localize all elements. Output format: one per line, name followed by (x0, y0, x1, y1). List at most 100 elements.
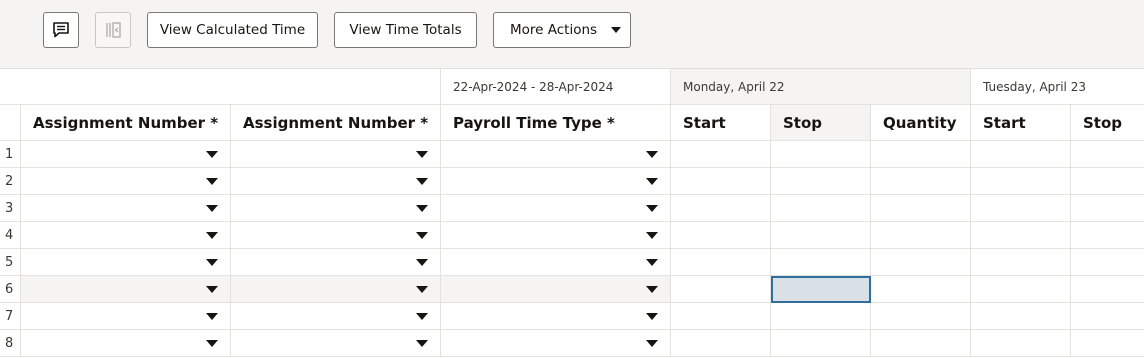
panel-toggle-button[interactable] (95, 12, 131, 48)
more-actions-button[interactable]: More Actions (493, 12, 631, 48)
stop-tuesday-cell[interactable] (1071, 195, 1144, 222)
row-number: 1 (0, 141, 21, 168)
row-number: 4 (0, 222, 21, 249)
payroll-time-type-select[interactable] (441, 330, 671, 357)
stop-tuesday-cell[interactable] (1071, 222, 1144, 249)
assignment-number-2-select[interactable] (231, 195, 441, 222)
band-empty (0, 69, 441, 105)
assignment-number-2-select[interactable] (231, 168, 441, 195)
start-monday-cell[interactable] (671, 330, 771, 357)
dropdown-arrow-icon (646, 339, 658, 347)
dropdown-arrow-icon (416, 204, 428, 212)
comment-button[interactable] (43, 12, 79, 48)
assignment-number-2-select[interactable] (231, 276, 441, 303)
stop-monday-cell[interactable] (771, 222, 871, 249)
assignment-number-2-select[interactable] (231, 330, 441, 357)
assignment-number-1-select[interactable] (21, 330, 231, 357)
start-monday-cell[interactable] (671, 195, 771, 222)
start-tuesday-cell[interactable] (971, 195, 1071, 222)
payroll-time-type-select[interactable] (441, 276, 671, 303)
assignment-number-1-select[interactable] (21, 168, 231, 195)
dropdown-arrow-icon (416, 258, 428, 266)
payroll-time-type-select[interactable] (441, 303, 671, 330)
dropdown-arrow-icon (206, 285, 218, 293)
quantity-monday-cell[interactable] (871, 141, 971, 168)
row-number: 6 (0, 276, 21, 303)
stop-tuesday-cell[interactable] (1071, 276, 1144, 303)
quantity-monday-cell[interactable] (871, 303, 971, 330)
dropdown-arrow-icon (416, 339, 428, 347)
quantity-monday-cell[interactable] (871, 195, 971, 222)
start-monday-cell[interactable] (671, 222, 771, 249)
start-monday-cell[interactable] (671, 249, 771, 276)
payroll-time-type-select[interactable] (441, 222, 671, 249)
stop-monday-cell[interactable] (771, 141, 871, 168)
row-number: 7 (0, 303, 21, 330)
dropdown-arrow-icon (646, 150, 658, 158)
start-tuesday-cell[interactable] (971, 303, 1071, 330)
start-tuesday-cell[interactable] (971, 249, 1071, 276)
assignment-number-2-select[interactable] (231, 303, 441, 330)
view-time-totals-button[interactable]: View Time Totals (334, 12, 477, 48)
stop-tuesday-cell[interactable] (1071, 330, 1144, 357)
payroll-time-type-select[interactable] (441, 168, 671, 195)
row-number-header (0, 105, 21, 141)
payroll-time-type-select[interactable] (441, 195, 671, 222)
start-monday-cell[interactable] (671, 168, 771, 195)
assignment-number-1-select[interactable] (21, 195, 231, 222)
stop-tuesday-cell[interactable] (1071, 168, 1144, 195)
assignment-number-2-select[interactable] (231, 222, 441, 249)
column-header-quantity-monday[interactable]: Quantity (871, 105, 971, 141)
stop-tuesday-cell[interactable] (1071, 249, 1144, 276)
stop-tuesday-cell[interactable] (1071, 303, 1144, 330)
assignment-number-1-select[interactable] (21, 303, 231, 330)
quantity-monday-cell[interactable] (871, 168, 971, 195)
stop-monday-cell[interactable] (771, 330, 871, 357)
start-monday-cell[interactable] (671, 141, 771, 168)
start-monday-cell[interactable] (671, 276, 771, 303)
stop-monday-cell[interactable] (771, 195, 871, 222)
assignment-number-2-select[interactable] (231, 249, 441, 276)
stop-monday-cell[interactable] (771, 249, 871, 276)
dropdown-arrow-icon (416, 150, 428, 158)
day-header-monday: Monday, April 22 (671, 69, 971, 105)
assignment-number-2-select[interactable] (231, 141, 441, 168)
column-header-assignment-number-2[interactable]: Assignment Number * (231, 105, 441, 141)
dropdown-arrow-icon (646, 312, 658, 320)
start-tuesday-cell[interactable] (971, 222, 1071, 249)
start-tuesday-cell[interactable] (971, 330, 1071, 357)
stop-tuesday-cell[interactable] (1071, 141, 1144, 168)
stop-monday-cell[interactable] (771, 303, 871, 330)
assignment-number-1-select[interactable] (21, 249, 231, 276)
assignment-number-1-select[interactable] (21, 141, 231, 168)
column-header-assignment-number-1[interactable]: Assignment Number * (21, 105, 231, 141)
start-tuesday-cell[interactable] (971, 276, 1071, 303)
dropdown-arrow-icon (206, 204, 218, 212)
quantity-monday-cell[interactable] (871, 222, 971, 249)
view-calculated-time-button[interactable]: View Calculated Time (147, 12, 318, 48)
dropdown-arrow-icon (646, 231, 658, 239)
quantity-monday-cell[interactable] (871, 330, 971, 357)
start-tuesday-cell[interactable] (971, 168, 1071, 195)
dropdown-arrow-icon (416, 312, 428, 320)
column-header-stop-tuesday[interactable]: Stop (1071, 105, 1144, 141)
quantity-monday-cell[interactable] (871, 276, 971, 303)
start-tuesday-cell[interactable] (971, 141, 1071, 168)
stop-monday-cell[interactable] (771, 168, 871, 195)
assignment-number-1-select[interactable] (21, 222, 231, 249)
stop-monday-cell-selected[interactable] (771, 276, 871, 303)
column-header-start-tuesday[interactable]: Start (971, 105, 1071, 141)
panel-toggle-icon (106, 22, 121, 38)
payroll-time-type-select[interactable] (441, 141, 671, 168)
column-header-stop-monday[interactable]: Stop (771, 105, 871, 141)
column-header-payroll-time-type[interactable]: Payroll Time Type * (441, 105, 671, 141)
dropdown-arrow-icon (646, 204, 658, 212)
toolbar: View Calculated Time View Time Totals Mo… (0, 0, 1144, 69)
quantity-monday-cell[interactable] (871, 249, 971, 276)
payroll-time-type-select[interactable] (441, 249, 671, 276)
start-monday-cell[interactable] (671, 303, 771, 330)
column-header-start-monday[interactable]: Start (671, 105, 771, 141)
assignment-number-1-select[interactable] (21, 276, 231, 303)
row-number: 2 (0, 168, 21, 195)
timecard-grid: 22-Apr-2024 - 28-Apr-2024 Monday, April … (0, 69, 1144, 358)
